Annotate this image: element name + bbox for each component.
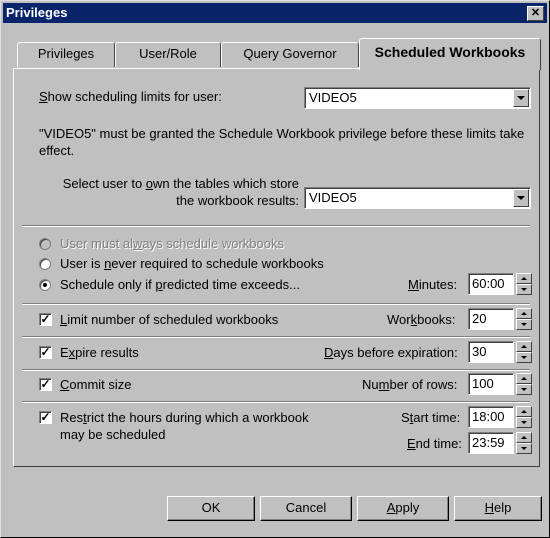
restrict-hours-label-line2: may be scheduled — [60, 427, 166, 442]
help-button[interactable]: Help — [454, 496, 542, 521]
minutes-field[interactable]: 60:00 — [468, 273, 514, 295]
cancel-button[interactable]: Cancel — [260, 496, 352, 521]
commit-size-label[interactable]: Commit size — [60, 377, 132, 392]
separator — [22, 225, 530, 227]
radio-schedule-if-label[interactable]: Schedule only if predicted time exceeds.… — [60, 277, 300, 292]
workbooks-field[interactable]: 20 — [468, 308, 514, 330]
show-limits-user-value: VIDEO5 — [309, 90, 357, 105]
privileges-dialog: Privileges ✕ Privileges User/Role Query … — [0, 0, 550, 538]
restrict-hours-checkbox[interactable]: ✓ — [39, 411, 52, 424]
days-stepper[interactable]: 30 — [468, 341, 532, 363]
spin-down-icon[interactable] — [516, 319, 532, 330]
spin-down-icon[interactable] — [516, 352, 532, 363]
ok-button[interactable]: OK — [167, 496, 255, 521]
separator — [22, 336, 530, 338]
spin-up-icon[interactable] — [516, 273, 532, 284]
title-bar: Privileges ✕ — [3, 3, 547, 23]
end-time-spin-buttons[interactable] — [516, 432, 532, 454]
limit-workbooks-checkbox[interactable]: ✓ — [39, 313, 52, 326]
separator — [22, 401, 530, 403]
start-time-spin-buttons[interactable] — [516, 406, 532, 428]
radio-always-schedule — [39, 238, 51, 250]
workbooks-label: Workbooks: — [387, 312, 456, 327]
number-of-rows-label: Number of rows: — [362, 377, 458, 392]
minutes-stepper[interactable]: 60:00 — [468, 273, 532, 295]
close-button[interactable]: ✕ — [527, 6, 544, 21]
days-field[interactable]: 30 — [468, 341, 514, 363]
radio-schedule-if-exceeds[interactable] — [39, 279, 51, 291]
spin-up-icon[interactable] — [516, 308, 532, 319]
spin-up-icon[interactable] — [516, 406, 532, 417]
minutes-spin-buttons[interactable] — [516, 273, 532, 295]
rows-stepper[interactable]: 100 — [468, 373, 532, 395]
workbooks-stepper[interactable]: 20 — [468, 308, 532, 330]
start-time-field[interactable]: 18:00 — [468, 406, 514, 428]
spin-up-icon[interactable] — [516, 341, 532, 352]
minutes-label: Minutes: — [408, 277, 458, 292]
scheduled-workbooks-panel: Show scheduling limits for user: VIDEO5 … — [13, 68, 540, 467]
end-time-field[interactable]: 23:59 — [468, 432, 514, 454]
workbooks-spin-buttons[interactable] — [516, 308, 532, 330]
tab-query-governor[interactable]: Query Governor — [221, 42, 359, 67]
limit-workbooks-label[interactable]: Limit number of scheduled workbooks — [60, 312, 278, 327]
show-limits-user-select[interactable]: VIDEO5 — [304, 87, 531, 109]
spin-up-icon[interactable] — [516, 373, 532, 384]
rows-field[interactable]: 100 — [468, 373, 514, 395]
restrict-hours-label[interactable]: Restrict the hours during which a workbo… — [60, 410, 309, 425]
start-time-stepper[interactable]: 18:00 — [468, 406, 532, 428]
radio-always-label: User must always schedule workbooks — [60, 236, 284, 251]
chevron-down-icon[interactable] — [513, 189, 529, 207]
rows-spin-buttons[interactable] — [516, 373, 532, 395]
days-spin-buttons[interactable] — [516, 341, 532, 363]
expire-results-checkbox[interactable]: ✓ — [39, 346, 52, 359]
spin-down-icon[interactable] — [516, 284, 532, 295]
separator — [22, 303, 530, 305]
commit-size-checkbox[interactable]: ✓ — [39, 378, 52, 391]
owner-user-select[interactable]: VIDEO5 — [304, 187, 531, 209]
apply-button[interactable]: Apply — [357, 496, 449, 521]
separator — [22, 369, 530, 371]
tab-privileges[interactable]: Privileges — [17, 42, 115, 67]
spin-down-icon[interactable] — [516, 443, 532, 454]
spin-down-icon[interactable] — [516, 384, 532, 395]
spin-down-icon[interactable] — [516, 417, 532, 428]
show-limits-label: Show scheduling limits for user: — [39, 89, 222, 104]
end-time-stepper[interactable]: 23:59 — [468, 432, 532, 454]
privilege-notice: "VIDEO5" must be granted the Schedule Wo… — [39, 126, 525, 158]
tab-user-role[interactable]: User/Role — [115, 42, 221, 67]
chevron-down-icon[interactable] — [513, 89, 529, 107]
owner-label-line2: the workbook results: — [176, 193, 299, 208]
window-title: Privileges — [6, 5, 68, 20]
owner-label: Select user to own the tables which stor… — [62, 176, 299, 191]
spin-up-icon[interactable] — [516, 432, 532, 443]
radio-never-label[interactable]: User is never required to schedule workb… — [60, 256, 324, 271]
start-time-label: Start time: — [401, 410, 461, 425]
radio-never-required[interactable] — [39, 258, 51, 270]
owner-user-value: VIDEO5 — [309, 190, 357, 205]
expire-results-label[interactable]: Expire results — [60, 345, 139, 360]
tab-scheduled-workbooks[interactable]: Scheduled Workbooks — [359, 38, 541, 70]
days-before-expiration-label: Days before expiration: — [324, 345, 458, 360]
end-time-label: End time: — [407, 436, 462, 451]
